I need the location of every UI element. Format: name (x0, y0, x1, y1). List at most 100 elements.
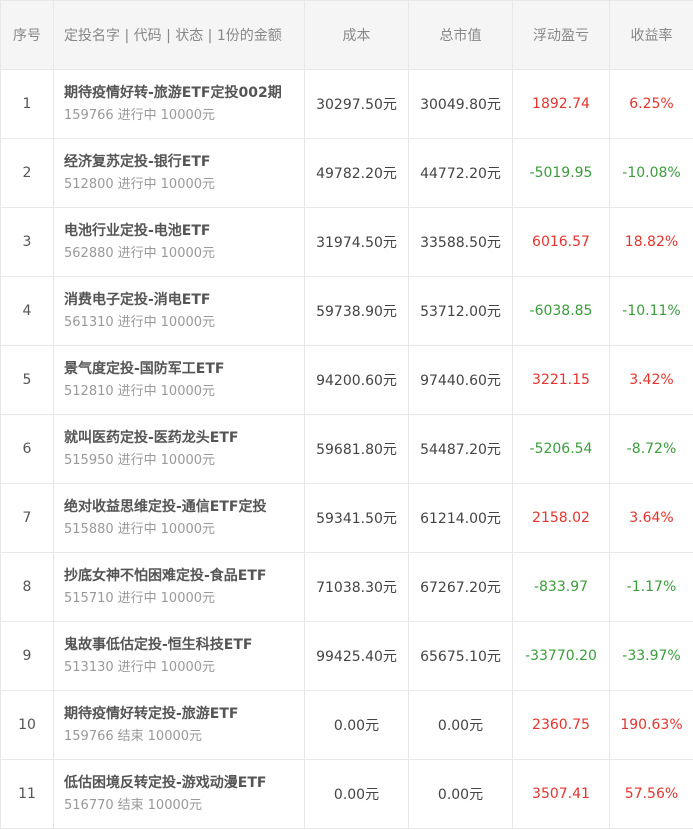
row-return-rate: 6.25% (609, 69, 693, 139)
plan-meta: 561310 进行中 10000元 (64, 313, 304, 333)
row-name-cell[interactable]: 绝对收益思维定投-通信ETF定投 515880 进行中 10000元 (53, 483, 305, 553)
plan-status: 进行中 (117, 659, 157, 675)
plan-name[interactable]: 抄底女神不怕困难定投-食品ETF (64, 566, 304, 586)
table-row[interactable]: 8 抄底女神不怕困难定投-食品ETF 515710 进行中 10000元 71038… (0, 552, 693, 622)
row-return-rate: 3.42% (609, 345, 693, 415)
row-cost: 59681.80元 (304, 414, 409, 484)
table-row[interactable]: 4 消费电子定投-消电ETF 561310 进行中 10000元 59738.90元… (0, 276, 693, 346)
row-floating-pnl: 6016.57 (512, 207, 610, 277)
row-cost: 0.00元 (304, 690, 409, 760)
plan-name[interactable]: 期待疫情好转-旅游ETF定投002期 (64, 83, 304, 103)
table-row[interactable]: 10 期待疫情好转定投-旅游ETF 159766 结束 10000元 0.00元 0… (0, 690, 693, 760)
investment-plan-table: 序号 定投名字 | 代码 | 状态 | 1份的金额 成本 总市值 浮动盈亏 收益… (0, 0, 693, 829)
row-floating-pnl: 3507.41 (512, 759, 610, 829)
row-market-value: 0.00元 (408, 759, 513, 829)
row-name-cell[interactable]: 抄底女神不怕困难定投-食品ETF 515710 进行中 10000元 (53, 552, 305, 622)
plan-meta: 515880 进行中 10000元 (64, 520, 304, 540)
row-return-rate: -1.17% (609, 552, 693, 622)
table-row[interactable]: 6 就叫医药定投-医药龙头ETF 515950 进行中 10000元 59681.8… (0, 414, 693, 484)
row-market-value: 67267.20元 (408, 552, 513, 622)
row-name-cell[interactable]: 就叫医药定投-医药龙头ETF 515950 进行中 10000元 (53, 414, 305, 484)
plan-meta: 562880 进行中 10000元 (64, 244, 304, 264)
row-name-cell[interactable]: 鬼故事低估定投-恒生科技ETF 513130 进行中 10000元 (53, 621, 305, 691)
row-name-cell[interactable]: 期待疫情好转-旅游ETF定投002期 159766 进行中 10000元 (53, 69, 305, 139)
row-floating-pnl: 2158.02 (512, 483, 610, 553)
row-name-cell[interactable]: 电池行业定投-电池ETF 562880 进行中 10000元 (53, 207, 305, 277)
plan-meta: 515710 进行中 10000元 (64, 589, 304, 609)
row-index: 11 (0, 759, 54, 829)
row-floating-pnl: 3221.15 (512, 345, 610, 415)
row-index: 10 (0, 690, 54, 760)
plan-code: 159766 (64, 107, 114, 123)
table-row[interactable]: 1 期待疫情好转-旅游ETF定投002期 159766 进行中 10000元 302… (0, 69, 693, 139)
row-floating-pnl: -6038.85 (512, 276, 610, 346)
row-cost: 99425.40元 (304, 621, 409, 691)
row-market-value: 44772.20元 (408, 138, 513, 208)
table-row[interactable]: 5 景气度定投-国防军工ETF 512810 进行中 10000元 94200.60… (0, 345, 693, 415)
table-row[interactable]: 9 鬼故事低估定投-恒生科技ETF 513130 进行中 10000元 99425.… (0, 621, 693, 691)
row-index: 2 (0, 138, 54, 208)
header-return-rate: 收益率 (609, 0, 693, 70)
plan-meta: 159766 进行中 10000元 (64, 106, 304, 126)
row-return-rate: 18.82% (609, 207, 693, 277)
row-cost: 71038.30元 (304, 552, 409, 622)
header-market-value: 总市值 (408, 0, 513, 70)
plan-status: 进行中 (117, 452, 157, 468)
plan-amount: 10000元 (160, 521, 216, 537)
row-floating-pnl: -833.97 (512, 552, 610, 622)
table-row[interactable]: 3 电池行业定投-电池ETF 562880 进行中 10000元 31974.50元… (0, 207, 693, 277)
row-return-rate: -10.11% (609, 276, 693, 346)
plan-code: 562880 (64, 245, 114, 261)
plan-meta: 512800 进行中 10000元 (64, 175, 304, 195)
plan-name[interactable]: 低估困境反转定投-游戏动漫ETF (64, 773, 304, 793)
row-name-cell[interactable]: 经济复苏定投-银行ETF 512800 进行中 10000元 (53, 138, 305, 208)
plan-meta: 512810 进行中 10000元 (64, 382, 304, 402)
table-row[interactable]: 11 低估困境反转定投-游戏动漫ETF 516770 结束 10000元 0.00元… (0, 759, 693, 829)
row-name-cell[interactable]: 景气度定投-国防军工ETF 512810 进行中 10000元 (53, 345, 305, 415)
row-return-rate: 57.56% (609, 759, 693, 829)
plan-amount: 10000元 (160, 383, 216, 399)
plan-name[interactable]: 景气度定投-国防军工ETF (64, 359, 304, 379)
row-floating-pnl: 1892.74 (512, 69, 610, 139)
row-cost: 31974.50元 (304, 207, 409, 277)
row-name-cell[interactable]: 消费电子定投-消电ETF 561310 进行中 10000元 (53, 276, 305, 346)
row-cost: 59738.90元 (304, 276, 409, 346)
plan-status: 进行中 (117, 176, 157, 192)
plan-name[interactable]: 电池行业定投-电池ETF (64, 221, 304, 241)
plan-status: 进行中 (117, 314, 157, 330)
plan-meta: 515950 进行中 10000元 (64, 451, 304, 471)
table-row[interactable]: 7 绝对收益思维定投-通信ETF定投 515880 进行中 10000元 59341… (0, 483, 693, 553)
plan-code: 512810 (64, 383, 114, 399)
table-header: 序号 定投名字 | 代码 | 状态 | 1份的金额 成本 总市值 浮动盈亏 收益… (0, 0, 693, 70)
plan-name[interactable]: 鬼故事低估定投-恒生科技ETF (64, 635, 304, 655)
plan-name[interactable]: 就叫医药定投-医药龙头ETF (64, 428, 304, 448)
row-name-cell[interactable]: 期待疫情好转定投-旅游ETF 159766 结束 10000元 (53, 690, 305, 760)
plan-code: 516770 (64, 797, 114, 813)
plan-name[interactable]: 期待疫情好转定投-旅游ETF (64, 704, 304, 724)
row-index: 5 (0, 345, 54, 415)
plan-status: 结束 (117, 797, 144, 813)
plan-name[interactable]: 经济复苏定投-银行ETF (64, 152, 304, 172)
table-row[interactable]: 2 经济复苏定投-银行ETF 512800 进行中 10000元 49782.20元… (0, 138, 693, 208)
row-market-value: 61214.00元 (408, 483, 513, 553)
plan-name[interactable]: 绝对收益思维定投-通信ETF定投 (64, 497, 304, 517)
row-floating-pnl: 2360.75 (512, 690, 610, 760)
plan-meta: 513130 进行中 10000元 (64, 658, 304, 678)
row-return-rate: -8.72% (609, 414, 693, 484)
plan-status: 进行中 (117, 107, 157, 123)
header-index: 序号 (0, 0, 54, 70)
plan-amount: 10000元 (160, 590, 216, 606)
row-index: 3 (0, 207, 54, 277)
plan-meta: 516770 结束 10000元 (64, 796, 304, 816)
plan-name[interactable]: 消费电子定投-消电ETF (64, 290, 304, 310)
row-cost: 94200.60元 (304, 345, 409, 415)
plan-amount: 10000元 (160, 176, 216, 192)
row-index: 6 (0, 414, 54, 484)
row-name-cell[interactable]: 低估困境反转定投-游戏动漫ETF 516770 结束 10000元 (53, 759, 305, 829)
row-cost: 30297.50元 (304, 69, 409, 139)
header-cost: 成本 (304, 0, 409, 70)
header-floating-pnl: 浮动盈亏 (512, 0, 610, 70)
plan-amount: 10000元 (147, 797, 203, 813)
row-index: 9 (0, 621, 54, 691)
plan-status: 进行中 (117, 590, 157, 606)
